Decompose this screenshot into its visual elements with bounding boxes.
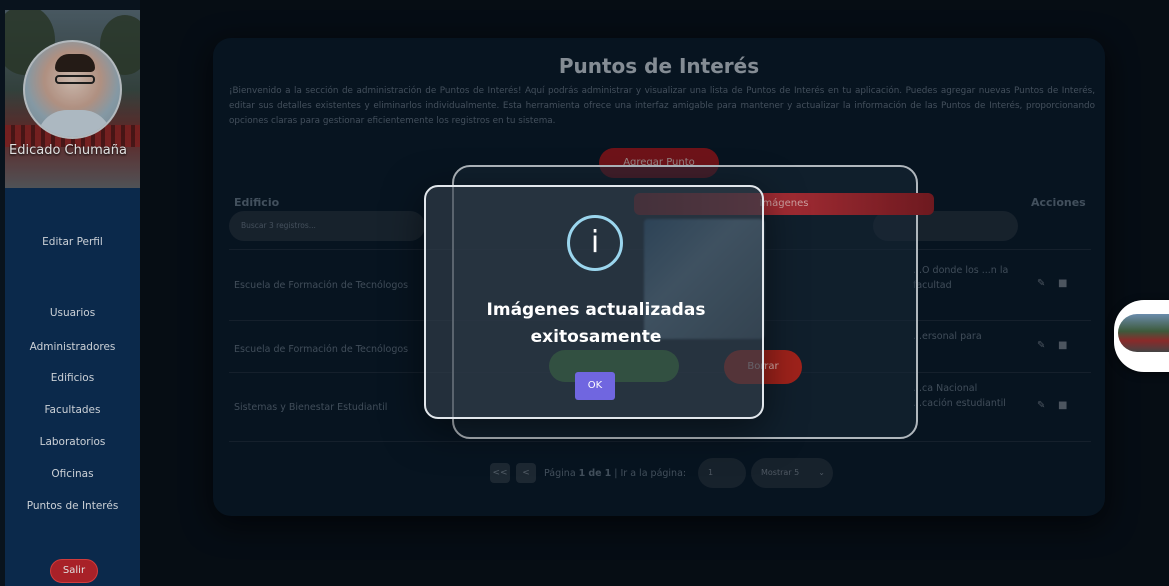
app: Edicado Chumaña Editar Perfil Usuarios A… [0,0,1169,586]
floating-image-thumbnail[interactable] [1114,300,1169,372]
alert-message: Imágenes actualizadas exitosamente [486,300,706,347]
thumbnail-picture [1118,314,1169,352]
success-alert: i Imágenes actualizadas exitosamente OK [424,185,764,419]
info-icon: i [567,215,623,271]
ok-button[interactable]: OK [575,372,615,400]
